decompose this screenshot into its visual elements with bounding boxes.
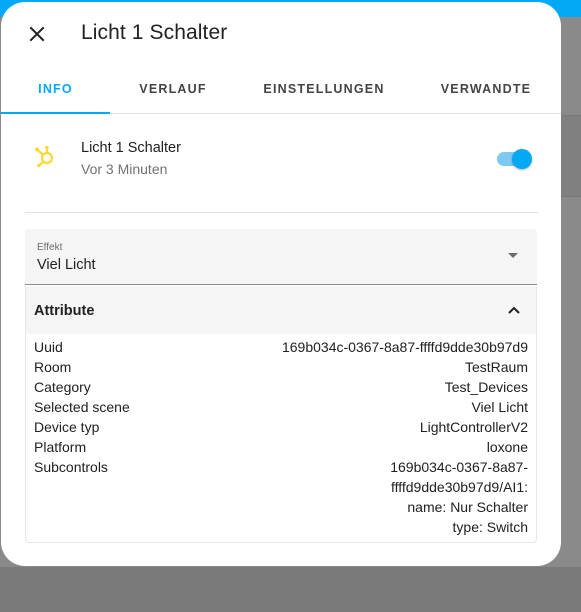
tab-einstellungen[interactable]: EINSTELLUNGEN xyxy=(257,64,391,114)
attribute-row: Device typ LightControllerV2 xyxy=(34,417,528,437)
attribute-row: Uuid 169b034c-0367-8a87-ffffd9dde30b97d9 xyxy=(34,337,528,357)
tab-bar: INFO VERLAUF EINSTELLUNGEN VERWANDTE xyxy=(1,64,561,114)
entity-row: Licht 1 Schalter Vor 3 Minuten xyxy=(25,132,537,182)
attribute-key-category: Category xyxy=(34,379,91,395)
attribute-key-uuid: Uuid xyxy=(34,339,63,355)
attribute-row: Room TestRaum xyxy=(34,357,528,377)
dialog-header: Licht 1 Schalter xyxy=(1,2,561,64)
entity-toggle[interactable] xyxy=(495,147,533,171)
tab-verlauf[interactable]: VERLAUF xyxy=(123,64,223,114)
subcontrols-line: name: Nur Schalter xyxy=(407,499,528,515)
active-tab-indicator xyxy=(1,112,110,114)
more-info-dialog: Licht 1 Schalter INFO VERLAUF EINSTELLUN… xyxy=(1,2,561,566)
attributes-header[interactable]: Attribute xyxy=(26,286,536,334)
attribute-value-device-typ: LightControllerV2 xyxy=(419,419,528,435)
close-button[interactable] xyxy=(17,14,57,54)
attribute-value-selected-scene: Viel Licht xyxy=(471,399,528,415)
entity-last-changed: Vor 3 Minuten xyxy=(81,161,168,177)
subcontrols-line: type: Switch xyxy=(452,519,528,535)
attribute-value-subcontrols: 169b034c-0367-8a87- ffffd9dde30b97d9/AI1… xyxy=(390,457,528,537)
tab-info[interactable]: INFO xyxy=(1,64,110,114)
attribute-key-subcontrols: Subcontrols xyxy=(34,459,108,475)
toggle-thumb xyxy=(512,149,532,169)
hubspot-icon xyxy=(35,145,54,168)
attribute-value-room: TestRaum xyxy=(464,359,528,375)
effect-select-label: Effekt xyxy=(37,242,63,253)
attribute-row: Selected scene Viel Licht xyxy=(34,397,528,417)
subcontrols-line: 169b034c-0367-8a87- xyxy=(390,459,528,475)
effect-select-value: Viel Licht xyxy=(37,257,96,273)
attribute-value-platform: loxone xyxy=(486,439,528,455)
attribute-value-uuid: 169b034c-0367-8a87-ffffd9dde30b97d9 xyxy=(281,339,528,355)
subcontrols-line: ffffd9dde30b97d9/AI1: xyxy=(390,479,528,495)
attribute-key-selected-scene: Selected scene xyxy=(34,399,130,415)
effect-select[interactable]: Effekt Viel Licht xyxy=(25,229,537,285)
divider xyxy=(25,212,538,213)
attribute-row: Platform loxone xyxy=(34,437,528,457)
chevron-up-icon xyxy=(508,306,520,314)
attributes-panel: Attribute Uuid 169b034c-0367-8a87-ffffd9… xyxy=(25,286,537,543)
dialog-title: Licht 1 Schalter xyxy=(81,21,228,44)
attributes-list: Uuid 169b034c-0367-8a87-ffffd9dde30b97d9… xyxy=(34,337,528,537)
attribute-key-room: Room xyxy=(34,359,72,375)
attribute-key-platform: Platform xyxy=(34,439,87,455)
attributes-title: Attribute xyxy=(34,303,95,319)
tab-verwandte[interactable]: VERWANDTE xyxy=(434,64,538,114)
attribute-row: Category Test_Devices xyxy=(34,377,528,397)
entity-name: Licht 1 Schalter xyxy=(81,140,181,156)
dropdown-arrow-icon xyxy=(508,253,518,258)
attribute-row: Subcontrols 169b034c-0367-8a87- ffffd9dd… xyxy=(34,457,528,537)
close-icon xyxy=(29,26,45,42)
attribute-key-device-typ: Device typ xyxy=(34,419,100,435)
attribute-value-category: Test_Devices xyxy=(444,379,528,395)
